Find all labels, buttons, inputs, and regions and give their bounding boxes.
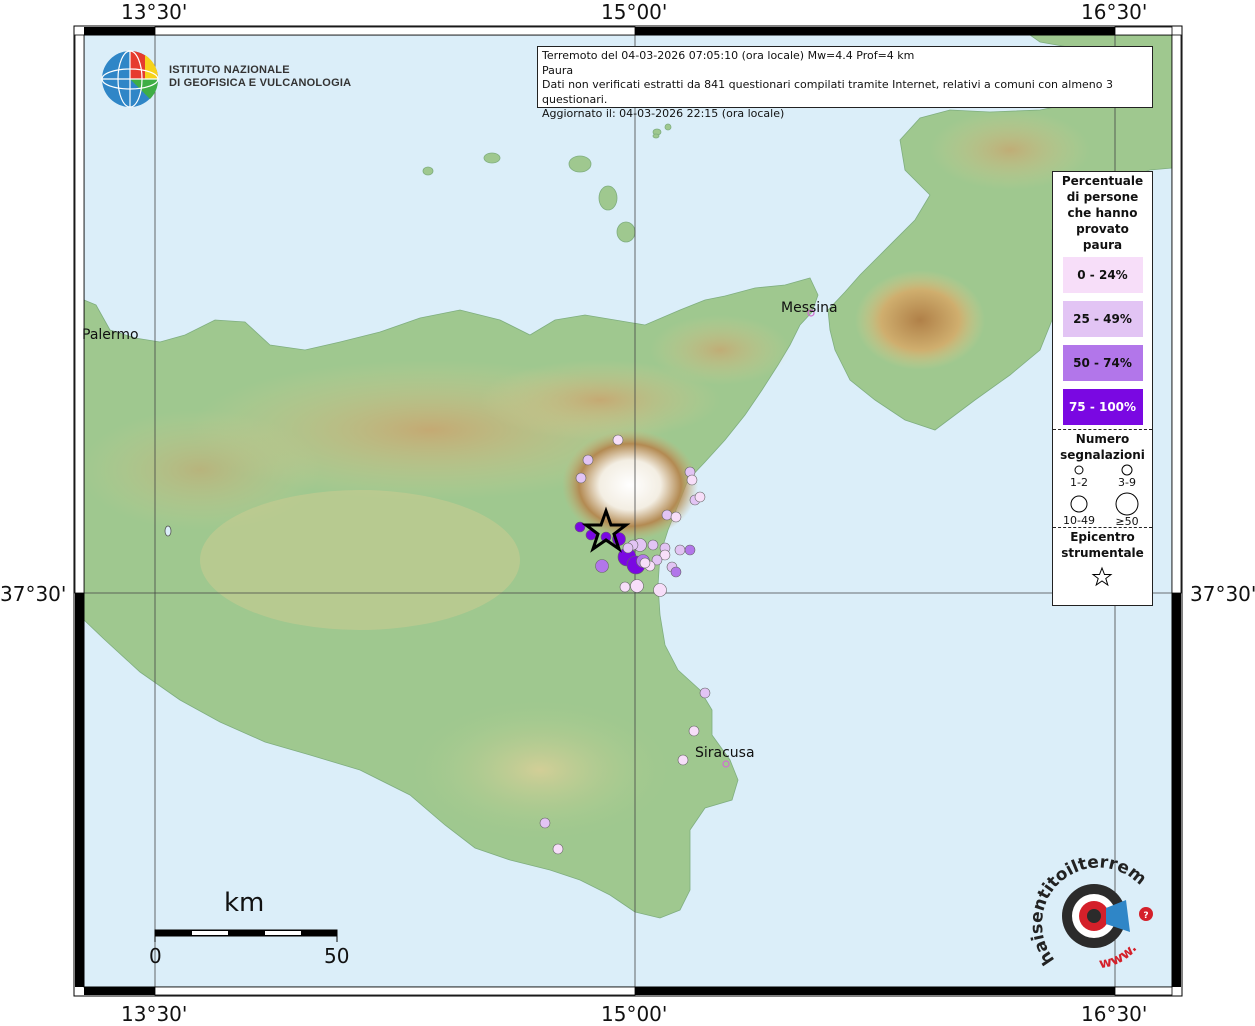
felt-report-marker <box>686 474 698 486</box>
felt-report-marker <box>670 511 682 523</box>
city-label-palermo: Palermo <box>82 327 139 343</box>
lat-label-left: 37°30' <box>0 582 67 606</box>
felt-report-marker <box>552 843 564 855</box>
felt-report-marker <box>595 559 609 573</box>
epicenter-title-line: Epicentro <box>1070 530 1135 544</box>
size-label-4: ≥50 <box>1115 515 1139 528</box>
legend-panel: Percentuale di persone che hanno provato… <box>1052 171 1153 606</box>
legend-divider <box>1053 429 1152 430</box>
felt-report-marker <box>539 817 551 829</box>
data-disclaimer: Dati non verificati estratti da 841 ques… <box>542 78 1114 106</box>
epicenter-title-line: strumentale <box>1061 546 1144 560</box>
logo-line-2: DI GEOFISICA E VULCANOLOGIA <box>169 77 352 89</box>
size-label-2: 3-9 <box>1118 476 1136 489</box>
city-label-siracusa: Siracusa <box>695 745 755 761</box>
lon-label-bottom-1: 13°30' <box>121 1002 188 1026</box>
event-summary: Terremoto del 04-03-2026 07:05:10 (ora l… <box>542 49 915 62</box>
legend-class-1: 25 - 49% <box>1062 301 1143 337</box>
svg-text:?: ? <box>1143 911 1148 921</box>
lon-label-top-3: 16°30' <box>1081 0 1148 24</box>
felt-report-marker <box>661 509 673 521</box>
felt-report-marker <box>653 583 667 597</box>
ingv-logo-text: ISTITUTO NAZIONALE DI GEOFISICA E VULCAN… <box>169 64 351 90</box>
legend-class-2: 50 - 74% <box>1062 345 1143 381</box>
legend-class-0: 0 - 24% <box>1062 257 1143 293</box>
felt-report-marker <box>677 754 689 766</box>
count-title-line: segnalazioni <box>1060 448 1145 462</box>
legend-class-3: 75 - 100% <box>1062 389 1143 425</box>
scale-end: 50 <box>324 944 350 968</box>
legend-title-line: di persone <box>1066 190 1139 204</box>
size-label-1: 1-2 <box>1070 476 1088 489</box>
felt-report-marker <box>688 725 700 737</box>
felt-report-marker <box>694 491 706 503</box>
lon-label-top-1: 13°30' <box>121 0 188 24</box>
felt-report-marker <box>684 544 696 556</box>
felt-report-marker <box>670 566 682 578</box>
felt-report-marker <box>622 542 634 554</box>
felt-report-marker <box>630 579 644 593</box>
felt-report-marker <box>639 557 651 569</box>
lon-label-bottom-2: 15°00' <box>601 1002 668 1026</box>
legend-title-line: Percentuale <box>1061 174 1144 188</box>
felt-report-marker <box>699 687 711 699</box>
legend-title-line: che hanno <box>1067 206 1138 220</box>
lat-label-right: 37°30' <box>1190 582 1255 606</box>
felt-report-marker <box>582 454 594 466</box>
logo-line-1: ISTITUTO NAZIONALE <box>169 64 290 76</box>
lon-label-bottom-3: 16°30' <box>1081 1002 1148 1026</box>
city-label-messina: Messina <box>781 300 838 316</box>
count-title-line: Numero <box>1075 432 1130 446</box>
event-info-box: Terremoto del 04-03-2026 07:05:10 (ora l… <box>537 46 1153 120</box>
felt-report-marker <box>647 539 659 551</box>
map-parameter: Paura <box>542 63 574 77</box>
legend-star-icon <box>1091 566 1113 587</box>
aspromonte-relief <box>855 270 985 370</box>
lon-label-top-2: 15°00' <box>601 0 668 24</box>
legend-title-line: provato <box>1076 222 1129 236</box>
legend-title-line: paura <box>1082 238 1123 252</box>
ingv-globe-logo <box>101 50 159 108</box>
legend-title: Percentuale di persone che hanno provato… <box>1053 172 1152 253</box>
count-size-legend: 1-2 3-9 10-49 ≥50 <box>1053 463 1152 528</box>
scale-unit: km <box>224 888 265 918</box>
felt-report-marker <box>674 544 686 556</box>
felt-report-marker <box>612 434 624 446</box>
scale-start: 0 <box>149 944 162 968</box>
size-label-3: 10-49 <box>1063 514 1095 527</box>
update-time: Aggiornato il: 04-03-2026 22:15 (ora loc… <box>542 107 785 120</box>
felt-report-marker <box>619 581 631 593</box>
felt-report-marker <box>575 472 587 484</box>
